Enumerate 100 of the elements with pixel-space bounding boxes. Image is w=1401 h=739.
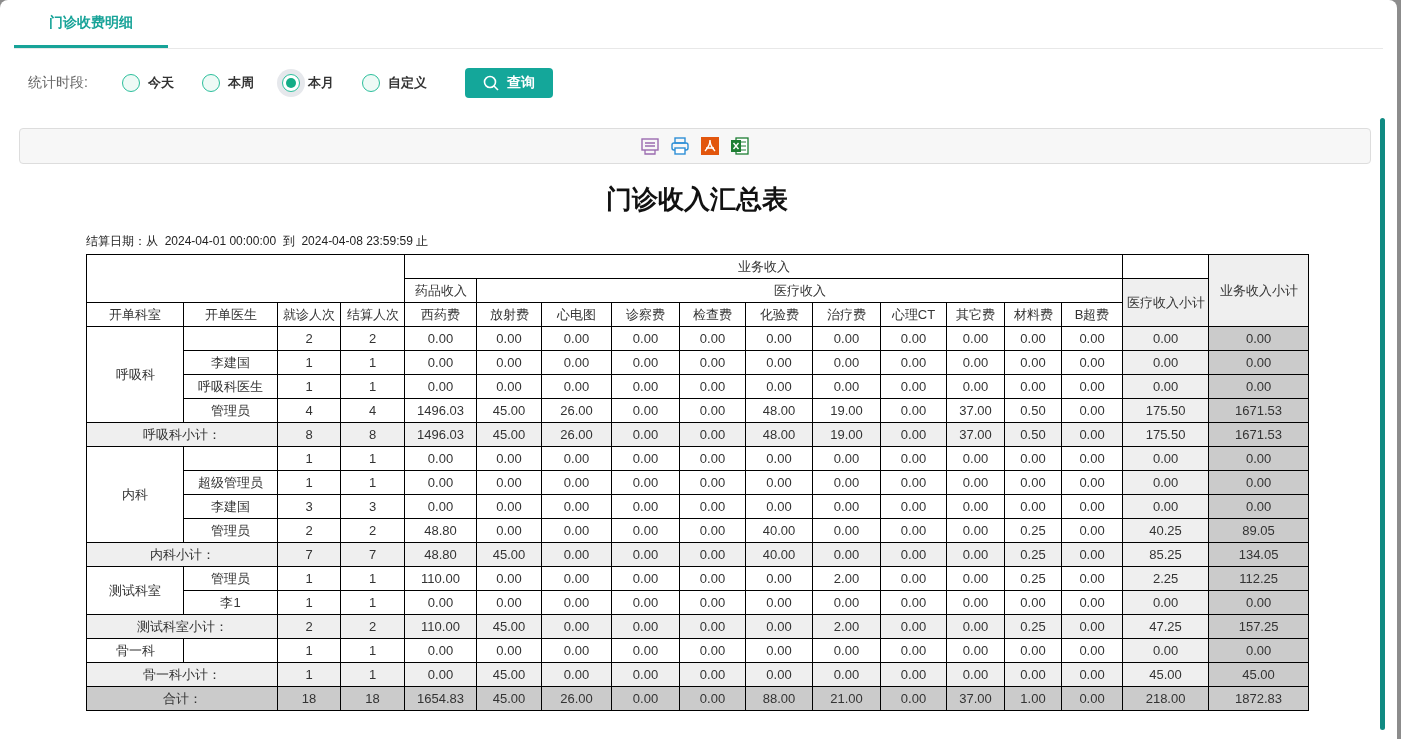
table-cell: 0.00	[679, 398, 746, 423]
radio-button[interactable]	[201, 74, 220, 92]
table-cell: 0.00	[679, 446, 746, 471]
radio-label[interactable]: 今天	[147, 74, 174, 92]
column-header: 化验费	[745, 302, 813, 327]
radio-label[interactable]: 自定义	[387, 74, 427, 92]
table-cell: 0.00	[1061, 590, 1123, 615]
table-cell: 0.00	[880, 638, 947, 663]
table-cell: 0.00	[611, 446, 680, 471]
table-cell: 0.00	[745, 470, 813, 495]
table-cell: 0.00	[679, 590, 746, 615]
table-cell: 呼吸科医生	[183, 374, 278, 399]
table-cell: 0.00	[812, 518, 881, 543]
table-cell: 1	[340, 638, 405, 663]
table-cell: 0.00	[745, 590, 813, 615]
table-cell: 0.00	[1061, 470, 1123, 495]
table-cell: 89.05	[1208, 518, 1309, 543]
table-cell: 0.00	[946, 446, 1005, 471]
table-cell: 0.00	[812, 494, 881, 519]
table-cell: 0.00	[946, 590, 1005, 615]
table-cell: 0.00	[1004, 374, 1062, 399]
column-header: 开单科室	[86, 302, 184, 327]
table-cell: 0.00	[1208, 590, 1309, 615]
printer-icon[interactable]	[670, 136, 690, 156]
table-cell: 0.00	[404, 374, 477, 399]
date-range: 结算日期：从 2024-04-01 00:00:00 到 2024-04-08 23:59:59 止	[86, 233, 430, 250]
table-cell: 合计：	[86, 686, 278, 711]
table-cell: 内科	[86, 446, 184, 543]
table-cell: 2	[277, 326, 341, 351]
radio-button[interactable]	[121, 74, 140, 92]
table-cell: 0.00	[476, 494, 542, 519]
spreadsheet-icon[interactable]	[730, 136, 750, 156]
table-cell: 1	[277, 446, 341, 471]
table-cell: 0.00	[541, 518, 612, 543]
column-header: 就诊人次	[277, 302, 341, 327]
table-cell: 0.00	[1004, 590, 1062, 615]
table-cell: 26.00	[541, 398, 612, 423]
table-cell: 0.00	[476, 566, 542, 591]
table-cell: 骨一科	[86, 638, 184, 663]
table-cell: 管理员	[183, 566, 278, 591]
table-cell: 0.00	[1208, 638, 1309, 663]
table-cell: 0.00	[476, 638, 542, 663]
table-cell: 0.25	[1004, 518, 1062, 543]
table-cell: 2	[277, 518, 341, 543]
scrollbar[interactable]	[1380, 118, 1385, 730]
search-icon	[482, 75, 499, 91]
table-cell: 45.00	[1122, 662, 1209, 687]
table-cell: 0.00	[946, 470, 1005, 495]
table-cell: 0.00	[611, 350, 680, 375]
table-cell: 0.00	[611, 470, 680, 495]
filter-label: 统计时段:	[28, 74, 88, 92]
table-cell: 0.00	[476, 446, 542, 471]
table-cell: 0.00	[1061, 326, 1123, 351]
table-cell: 李建国	[183, 494, 278, 519]
table-cell: 1496.03	[404, 398, 477, 423]
table-cell: 1	[340, 374, 405, 399]
table-cell: 0.00	[1004, 350, 1062, 375]
table-cell: 48.80	[404, 518, 477, 543]
table-cell: 1	[340, 446, 405, 471]
table-cell: 0.00	[1061, 398, 1123, 423]
table-cell: 0.00	[476, 326, 542, 351]
table-cell: 0.00	[946, 566, 1005, 591]
table-cell: 0.00	[1122, 494, 1209, 519]
report-title: 门诊收入汇总表	[605, 183, 789, 216]
table-cell: 0.00	[812, 638, 881, 663]
table-cell: 110.00	[404, 566, 477, 591]
table-cell: 48.00	[745, 398, 813, 423]
table-cell: 呼吸科小计：	[86, 422, 278, 447]
document-icon[interactable]	[640, 136, 660, 156]
table-cell: 1671.53	[1208, 398, 1309, 423]
column-header: 心电图	[541, 302, 612, 327]
table-cell: 0.00	[880, 470, 947, 495]
radio-label[interactable]: 本周	[227, 74, 254, 92]
table-cell: 2.00	[812, 566, 881, 591]
table-cell: 0.00	[679, 470, 746, 495]
table-cell: 0.00	[611, 374, 680, 399]
table-cell: 0.00	[946, 518, 1005, 543]
column-header: 心理CT	[880, 302, 947, 327]
table-cell: 1	[277, 350, 341, 375]
table-cell: 0.00	[880, 326, 947, 351]
table-cell: 1	[340, 566, 405, 591]
table-cell: 0.00	[476, 518, 542, 543]
column-header: 检查费	[679, 302, 746, 327]
table-cell: 0.00	[880, 518, 947, 543]
column-header: 治疗费	[812, 302, 881, 327]
table-cell: 40.00	[745, 518, 813, 543]
table-cell: 0.00	[611, 638, 680, 663]
table-cell: 0.00	[679, 518, 746, 543]
pdf-icon[interactable]	[700, 136, 720, 156]
table-cell: 0.00	[946, 374, 1005, 399]
table-cell: 0.00	[1004, 470, 1062, 495]
table-cell: 1	[277, 374, 341, 399]
column-header: 业务收入小计	[1208, 254, 1309, 327]
table-cell: 0.00	[541, 638, 612, 663]
table-cell: 0.00	[541, 590, 612, 615]
table-cell: 175.50	[1122, 422, 1209, 447]
radio-label[interactable]: 本月	[307, 74, 334, 92]
table-cell: 0.00	[812, 470, 881, 495]
radio-button[interactable]	[361, 74, 380, 92]
column-header: 医疗收入	[476, 278, 1123, 303]
